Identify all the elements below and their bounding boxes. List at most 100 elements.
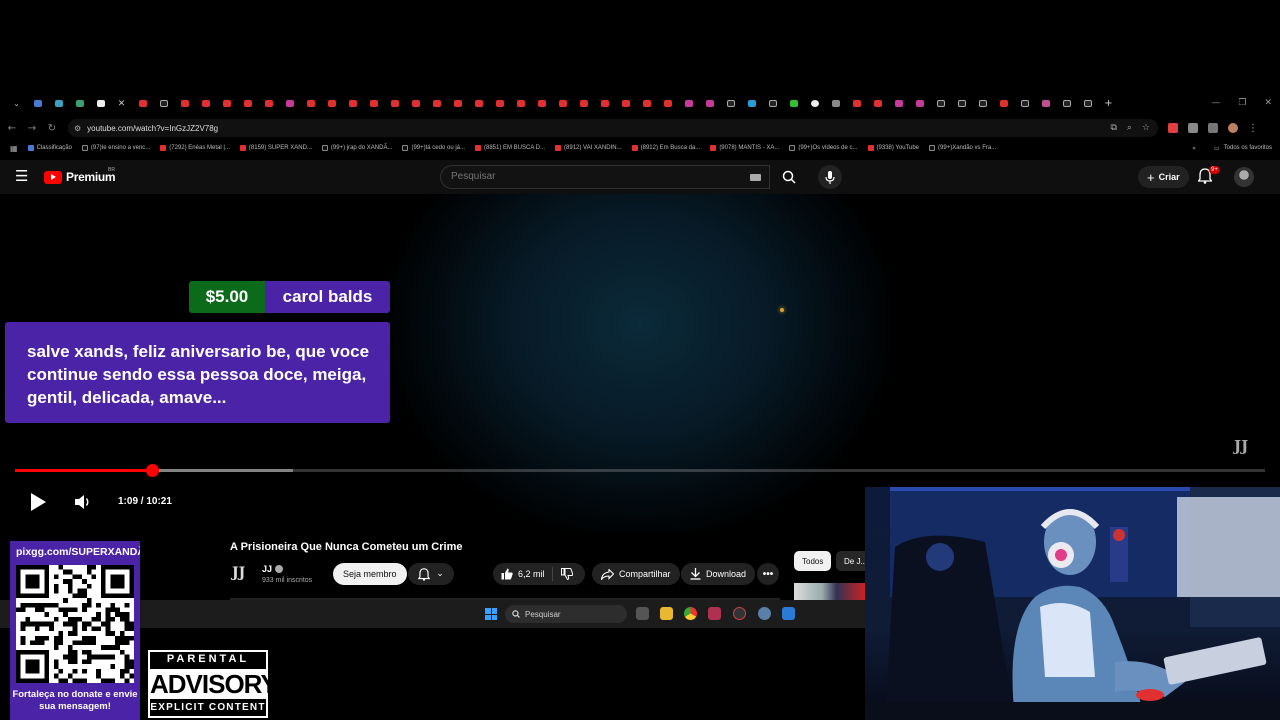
tab[interactable] [888, 94, 909, 112]
avatar[interactable] [1234, 167, 1254, 187]
hamburger-menu-icon[interactable]: ☰ [15, 169, 28, 184]
task-view-icon[interactable] [636, 607, 649, 620]
tab[interactable] [510, 94, 531, 112]
subscribe-notifications-button[interactable]: ⌄ [408, 563, 454, 585]
chip-all[interactable]: Todos [794, 551, 832, 571]
reload-icon[interactable]: ↻ [42, 123, 62, 134]
forward-icon[interactable]: → [22, 123, 42, 134]
url-field[interactable]: ⚙ youtube.com/watch?v=InGzJZ2V78g ⧉ ⌕ ☆ [68, 119, 1158, 137]
bookmark[interactable]: (8912) Em Busca da... [631, 145, 700, 151]
settings-icon[interactable] [758, 607, 771, 620]
tab[interactable] [384, 94, 405, 112]
tab[interactable] [678, 94, 699, 112]
bookmark[interactable]: (8851) EM BUSCA D... [475, 145, 545, 151]
bookmark[interactable]: (9078) MANTIS - XA... [710, 145, 779, 151]
tab[interactable] [468, 94, 489, 112]
create-button[interactable]: + Criar [1138, 166, 1189, 188]
maximize-icon[interactable]: ❐ [1238, 98, 1246, 108]
tab[interactable] [993, 94, 1014, 112]
tab[interactable] [846, 94, 867, 112]
tab[interactable] [1077, 94, 1098, 112]
tab-list-button[interactable]: ⌄ [6, 94, 27, 112]
tab[interactable] [489, 94, 510, 112]
dislike-button[interactable] [553, 568, 573, 580]
tab[interactable] [153, 94, 174, 112]
tab[interactable] [804, 94, 825, 112]
like-button[interactable]: 6,2 mil [493, 567, 553, 581]
bookmark[interactable]: Classificação [27, 145, 72, 151]
app-icon[interactable] [782, 607, 795, 620]
tab[interactable] [867, 94, 888, 112]
search-button[interactable] [772, 165, 806, 189]
tab[interactable] [930, 94, 951, 112]
progress-scrubber-handle[interactable] [146, 464, 159, 477]
tab[interactable] [720, 94, 741, 112]
play-button[interactable] [28, 492, 48, 512]
tab[interactable] [174, 94, 195, 112]
chrome-icon[interactable] [684, 607, 697, 620]
app-icon[interactable] [708, 607, 721, 620]
tab[interactable] [825, 94, 846, 112]
bookmark[interactable]: (99+)tá cedo ou já... [402, 145, 465, 151]
tab[interactable] [783, 94, 804, 112]
tab[interactable] [1014, 94, 1035, 112]
channel-name-row[interactable]: JJ [262, 564, 284, 574]
bookmark[interactable]: (8159) SUPER XAND... [239, 145, 312, 151]
close-window-icon[interactable]: ✕ [1264, 98, 1272, 108]
tab[interactable] [951, 94, 972, 112]
join-button[interactable]: Seja membro [333, 563, 407, 585]
tab[interactable] [909, 94, 930, 112]
new-tab-icon[interactable]: + [1098, 94, 1119, 112]
tab[interactable] [636, 94, 657, 112]
tab[interactable] [594, 94, 615, 112]
search-input[interactable] [451, 171, 731, 182]
tab[interactable] [321, 94, 342, 112]
bookmark[interactable]: (8912) VAI XANDIN... [555, 145, 622, 151]
progress-bar[interactable] [15, 469, 1265, 472]
tab[interactable] [27, 94, 48, 112]
file-explorer-icon[interactable] [660, 607, 673, 620]
tab[interactable] [405, 94, 426, 112]
install-icon[interactable]: ⧉ [1110, 123, 1116, 133]
tab[interactable] [447, 94, 468, 112]
related-video-thumbnail[interactable] [794, 583, 865, 600]
tab[interactable] [237, 94, 258, 112]
back-icon[interactable]: ← [2, 123, 22, 134]
tab[interactable] [48, 94, 69, 112]
tab[interactable] [1056, 94, 1077, 112]
more-actions-button[interactable]: ••• [757, 563, 779, 585]
voice-search-button[interactable] [818, 165, 842, 189]
tab[interactable] [426, 94, 447, 112]
profile-avatar[interactable] [1228, 123, 1238, 133]
tab-active[interactable] [90, 94, 111, 112]
tab[interactable] [300, 94, 321, 112]
minimize-icon[interactable]: — [1211, 98, 1220, 108]
tab[interactable] [279, 94, 300, 112]
bookmark[interactable]: (99+)Os vídeos de c... [789, 145, 858, 151]
tab[interactable] [132, 94, 153, 112]
zoom-icon[interactable]: ⌕ [1127, 123, 1132, 133]
chip-channel[interactable]: De J... [836, 551, 865, 571]
tab[interactable] [657, 94, 678, 112]
menu-dots-icon[interactable]: ⋮ [1248, 123, 1258, 134]
tab[interactable] [363, 94, 384, 112]
bookmark[interactable]: (97)Ie ensino a venc... [81, 145, 150, 151]
sidebar-icon[interactable] [1208, 123, 1218, 133]
tab[interactable] [615, 94, 636, 112]
app-icon[interactable] [733, 607, 746, 620]
share-button[interactable]: Compartilhar [592, 563, 680, 585]
windows-start-icon[interactable] [485, 608, 497, 620]
tab[interactable] [195, 94, 216, 112]
tab[interactable] [573, 94, 594, 112]
tab[interactable] [741, 94, 762, 112]
tab[interactable] [972, 94, 993, 112]
all-bookmarks[interactable]: » ▭ Todos os favoritos [1192, 141, 1272, 155]
tab[interactable] [69, 94, 90, 112]
tab[interactable] [342, 94, 363, 112]
tab[interactable] [699, 94, 720, 112]
channel-watermark[interactable]: JJ [1234, 437, 1248, 455]
bookmark[interactable]: (99+) jrap do XANDÃ... [321, 145, 392, 151]
download-button[interactable]: Download [681, 563, 756, 585]
tab[interactable] [1035, 94, 1056, 112]
volume-button[interactable] [74, 494, 92, 510]
